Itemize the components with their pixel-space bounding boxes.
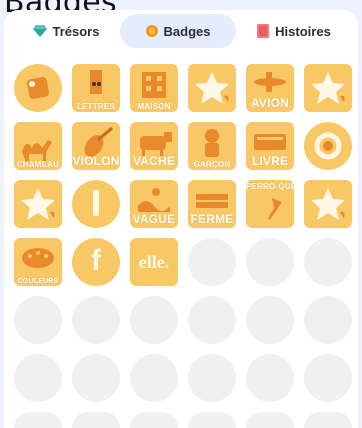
empty-badge-slot (188, 412, 236, 428)
badge-label: CHAMEAU (16, 160, 60, 169)
empty-badge-slot (130, 296, 178, 344)
badge-star-icon[interactable] (304, 64, 352, 112)
badge-star-icon[interactable] (14, 180, 62, 228)
badge-vache[interactable]: VACHE (130, 122, 178, 170)
empty-badge-slot (246, 296, 294, 344)
tab-tresors[interactable]: Trésors (12, 14, 120, 48)
badge-label: VACHE (132, 154, 176, 168)
badge-star-icon[interactable] (188, 64, 236, 112)
empty-badge-slot (304, 354, 352, 402)
coin-icon (145, 25, 158, 37)
empty-badge-slot (188, 354, 236, 402)
badge-label: PERRO-QUET (246, 182, 294, 191)
empty-badge-slot (304, 296, 352, 344)
badge-chameau[interactable]: CHAMEAU (14, 122, 62, 170)
empty-badge-slot (72, 296, 120, 344)
empty-badge-slot (246, 238, 294, 286)
badge-star-icon[interactable] (304, 180, 352, 228)
empty-badge-slot (130, 412, 178, 428)
tab-label: Badges (163, 23, 211, 39)
badge-letter: f (91, 244, 101, 277)
badge-label: AVION (250, 96, 290, 110)
badge-livre[interactable]: LIVRE (246, 122, 294, 170)
empty-badge-slot (130, 354, 178, 402)
badge-label: VAGUE (132, 212, 176, 226)
badge-lettres[interactable]: LETTRES (72, 64, 120, 112)
badge-label: GARÇON (193, 160, 231, 169)
badge-dog-icon[interactable] (14, 64, 62, 112)
empty-badge-slot (188, 296, 236, 344)
empty-badge-slot (188, 238, 236, 286)
badge-label: COULEURS (17, 278, 59, 285)
tab-badges[interactable]: Badges (120, 14, 236, 48)
empty-badge-slot (14, 412, 62, 428)
badge-i-icon[interactable] (72, 180, 120, 228)
badge-ring-icon[interactable] (304, 122, 352, 170)
badge-label: LIVRE (251, 154, 289, 168)
badge-maison[interactable]: MAISON (130, 64, 178, 112)
badge-elle[interactable]: elle. (130, 238, 178, 286)
badge-violon[interactable]: VIOLON (72, 122, 120, 170)
empty-badge-slot (246, 412, 294, 428)
badge-word: elle. (138, 252, 170, 272)
badge-label: MAISON (137, 102, 171, 111)
empty-badge-slot (246, 354, 294, 402)
badge-avion[interactable]: AVION (246, 64, 294, 112)
badge-perroquet[interactable]: PERRO-QUET (246, 180, 294, 228)
tab-label: Trésors (52, 23, 100, 39)
badge-couleurs[interactable]: COULEURS (14, 238, 62, 286)
empty-badge-slot (14, 296, 62, 344)
badge-ferme[interactable]: FERME (188, 180, 236, 228)
empty-badge-slot (72, 354, 120, 402)
empty-badge-slot (304, 412, 352, 428)
tab-histoires[interactable]: Histoires (236, 14, 352, 48)
tab-bar: Trésors Badges Histoires (12, 13, 352, 49)
badge-label: LETTRES (77, 102, 115, 111)
gem-icon (32, 25, 47, 37)
badge-vague[interactable]: VAGUE (130, 180, 178, 228)
empty-badge-slot (14, 354, 62, 402)
empty-badge-slot (304, 238, 352, 286)
book-icon (257, 24, 270, 38)
badge-garcon[interactable]: GARÇON (188, 122, 236, 170)
tab-label: Histoires (275, 23, 331, 39)
badge-f[interactable]: f (72, 238, 120, 286)
badge-label: FERME (190, 212, 234, 226)
empty-badge-slot (72, 412, 120, 428)
badge-label: VIOLON (72, 154, 120, 168)
